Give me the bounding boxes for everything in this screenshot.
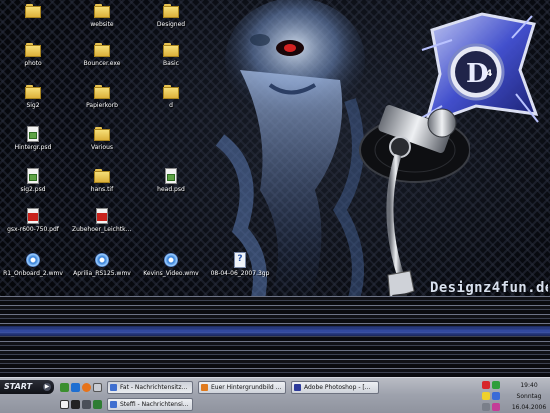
blue-stripe-band — [0, 326, 550, 336]
messenger-tray-icon[interactable] — [492, 381, 500, 389]
desktop-icon-label: Kevins_Video.wmv — [143, 270, 199, 277]
desktop-icon-label: head.psd — [157, 186, 185, 193]
desktop-icon-label: Various — [90, 144, 114, 151]
desktop-icon-label: Sig2 — [26, 102, 40, 109]
video-file-icon — [163, 252, 179, 268]
clock-day: Sonntag — [516, 393, 542, 400]
antivirus-tray-icon[interactable] — [482, 381, 490, 389]
desktop-icon-label: hans.tif — [90, 186, 114, 193]
folder-icon — [163, 42, 179, 58]
desktop-icon[interactable]: sig2.psd — [3, 168, 63, 210]
folder-icon — [94, 3, 110, 19]
desktop-icon-label: Bouncer.exe — [83, 60, 121, 67]
desktop-icon[interactable]: Hintergr.psd — [3, 126, 63, 168]
video-file-icon — [25, 252, 41, 268]
desktop-icon[interactable]: Various — [72, 126, 132, 168]
clock-time[interactable]: 19:40 — [508, 382, 550, 389]
mobile-video-file-icon: ? — [232, 252, 248, 268]
window-app-icon — [294, 384, 301, 391]
folder-icon — [163, 84, 179, 100]
desktop-icon[interactable]: Bouncer.exe — [72, 42, 132, 84]
quicklaunch-ie-icon[interactable] — [71, 383, 80, 392]
folder-icon — [94, 42, 110, 58]
desktop-icon[interactable]: Basic — [141, 42, 201, 84]
folder-icon — [163, 3, 179, 19]
quicklaunch-soccer-icon[interactable] — [60, 400, 69, 409]
desktop-icon-label: Basic — [163, 60, 179, 67]
desktop-icon[interactable]: Sig2 — [3, 84, 63, 126]
desktop-icon-label: 08-04-06_2007.3gp — [210, 270, 270, 277]
taskbar-window-button[interactable]: Adobe Photoshop - [... — [291, 381, 379, 394]
taskbar-window-button[interactable]: Fat - Nachrichtensitz... — [107, 381, 193, 394]
image-file-icon — [163, 168, 179, 184]
desktop-icon[interactable]: Kevins_Video.wmv — [141, 252, 201, 294]
desktop-icon[interactable]: website — [72, 3, 132, 45]
start-arrow-icon: ▶ — [43, 383, 51, 391]
clock-date: 16.04.2006 — [511, 404, 547, 411]
window-title: Fat - Nachrichtensitz... — [120, 384, 188, 391]
start-button[interactable]: START ▶ — [0, 380, 54, 394]
window-title: Steffi - Nachrichtensi... — [120, 401, 189, 408]
desktop-icon-label: Designed — [156, 21, 186, 28]
desktop-icon-label: website — [90, 21, 114, 28]
taskbar: START ▶ Fat - Nachrichtensitz... Euer Hin… — [0, 377, 550, 413]
desktop-icon[interactable]: Papierkorb — [72, 84, 132, 126]
volume-tray-icon[interactable] — [492, 392, 500, 400]
desktop-icon[interactable]: photo — [3, 42, 63, 84]
folder-icon — [94, 168, 110, 184]
desktop-icon[interactable]: hans.tif — [72, 168, 132, 210]
window-app-icon — [110, 401, 117, 408]
brand-watermark: Designz4fun.de.vu — [430, 280, 548, 296]
tool-tray-icon[interactable] — [492, 403, 500, 411]
quicklaunch-firefox-icon[interactable] — [82, 383, 91, 392]
desktop-icon-label: gsx-r600-750.pdf — [7, 226, 59, 233]
quicklaunch-media-icon[interactable] — [71, 400, 80, 409]
taskbar-window-button[interactable]: Steffi - Nachrichtensi... — [107, 398, 193, 411]
window-title: Euer Hintergrundbild ... — [211, 384, 282, 391]
image-file-icon — [25, 168, 41, 184]
start-label: START — [4, 382, 33, 391]
pdf-file-icon — [25, 208, 41, 224]
desktop[interactable]: D 4 Designz4fun.de.vu websiteDesignedpho… — [0, 0, 550, 377]
desktop-icon-label: photo — [24, 60, 42, 67]
desktop-icon-label: sig2.psd — [20, 186, 46, 193]
folder-icon — [25, 84, 41, 100]
desktop-icon-label: Aprilia_RS125.wmv — [73, 270, 131, 277]
desktop-icon[interactable]: d — [141, 84, 201, 126]
window-title: Adobe Photoshop - [... — [304, 384, 371, 391]
taskbar-window-button[interactable]: Euer Hintergrundbild ... — [198, 381, 286, 394]
quicklaunch-browser-icon[interactable] — [60, 383, 69, 392]
desktop-icon[interactable]: Aprilia_RS125.wmv — [72, 252, 132, 294]
desktop-icon-label: d — [169, 102, 173, 109]
folder-icon — [94, 126, 110, 142]
image-file-icon — [25, 126, 41, 142]
desktop-icon-label: Papierkorb — [86, 102, 118, 109]
desktop-icon[interactable]: ? 08-04-06_2007.3gp — [210, 252, 270, 294]
desktop-icon-label: Zubehoer_Leichtkraftra... — [72, 226, 132, 233]
pdf-file-icon — [94, 208, 110, 224]
desktop-icon[interactable] — [3, 3, 63, 45]
desktop-icon[interactable]: Zubehoer_Leichtkraftra... — [72, 208, 132, 250]
quicklaunch-app-icon[interactable] — [82, 400, 91, 409]
desktop-icon[interactable]: gsx-r600-750.pdf — [3, 208, 63, 250]
logo-superscript: 4 — [486, 69, 492, 79]
desktop-icon-label: Hintergr.psd — [14, 144, 52, 151]
window-app-icon — [110, 384, 117, 391]
network-tray-icon[interactable] — [482, 392, 490, 400]
folder-icon — [94, 84, 110, 100]
stripe-pattern — [0, 296, 550, 377]
desktop-icon[interactable]: R1_Onboard_2.wmv — [3, 252, 63, 294]
desktop-icon[interactable]: Designed — [141, 3, 201, 45]
quicklaunch-desktop-icon[interactable] — [93, 383, 102, 392]
desktop-icon[interactable]: head.psd — [141, 168, 201, 210]
update-tray-icon[interactable] — [482, 403, 490, 411]
desktop-icon-label: R1_Onboard_2.wmv — [3, 270, 63, 277]
quicklaunch-messenger-icon[interactable] — [93, 400, 102, 409]
window-app-icon — [201, 384, 208, 391]
folder-icon — [25, 42, 41, 58]
folder-icon — [25, 3, 41, 19]
video-file-icon — [94, 252, 110, 268]
system-tray: 19:40 Sonntag 16.04.2006 — [478, 379, 550, 413]
